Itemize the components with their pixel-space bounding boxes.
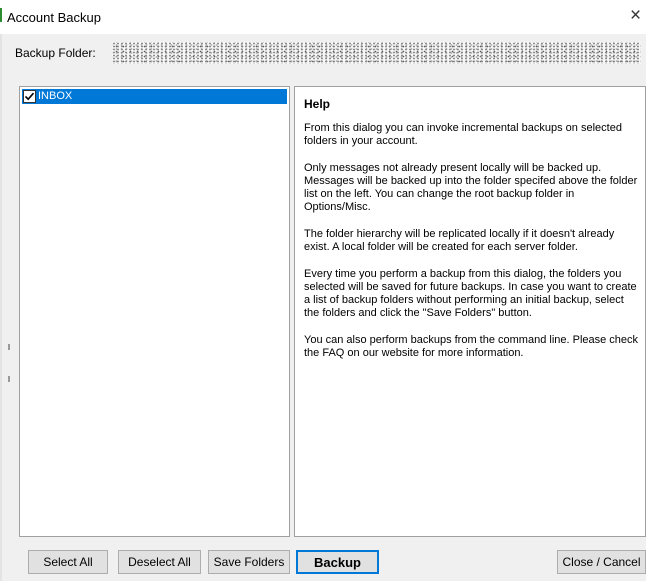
resize-grip-mark: [8, 344, 10, 350]
window-left-edge: [0, 34, 2, 581]
help-paragraph: Only messages not already present locall…: [304, 162, 638, 213]
save-folders-button[interactable]: Save Folders: [208, 550, 290, 574]
checkbox-checked-icon[interactable]: [23, 90, 36, 103]
help-paragraph: The folder hierarchy will be replicated …: [304, 228, 615, 253]
close-cancel-button[interactable]: Close / Cancel: [557, 550, 646, 574]
backup-folder-path-redacted[interactable]: [112, 42, 641, 64]
dialog-body: Backup Folder: INBOX Help From this dial…: [0, 34, 646, 581]
help-title: Help: [304, 97, 331, 111]
help-paragraph: From this dialog you can invoke incremen…: [304, 122, 622, 147]
help-paragraph: You can also perform backups from the co…: [304, 334, 639, 359]
app-icon-sliver: [0, 8, 2, 22]
folder-tree[interactable]: INBOX: [19, 86, 290, 537]
tree-item-inbox[interactable]: INBOX: [22, 89, 287, 104]
title-bar: Account Backup ×: [0, 0, 646, 34]
resize-grip-mark: [8, 376, 10, 382]
help-text: From this dialog you can invoke incremen…: [304, 122, 639, 374]
help-paragraph: Every time you perform a backup from thi…: [304, 268, 637, 319]
deselect-all-button[interactable]: Deselect All: [118, 550, 201, 574]
tree-item-label: INBOX: [38, 90, 73, 102]
help-panel: Help From this dialog you can invoke inc…: [294, 86, 646, 537]
window-title: Account Backup: [7, 10, 101, 25]
select-all-button[interactable]: Select All: [28, 550, 108, 574]
close-icon[interactable]: ×: [630, 5, 646, 27]
backup-button[interactable]: Backup: [296, 550, 379, 574]
backup-folder-label: Backup Folder:: [15, 46, 96, 60]
